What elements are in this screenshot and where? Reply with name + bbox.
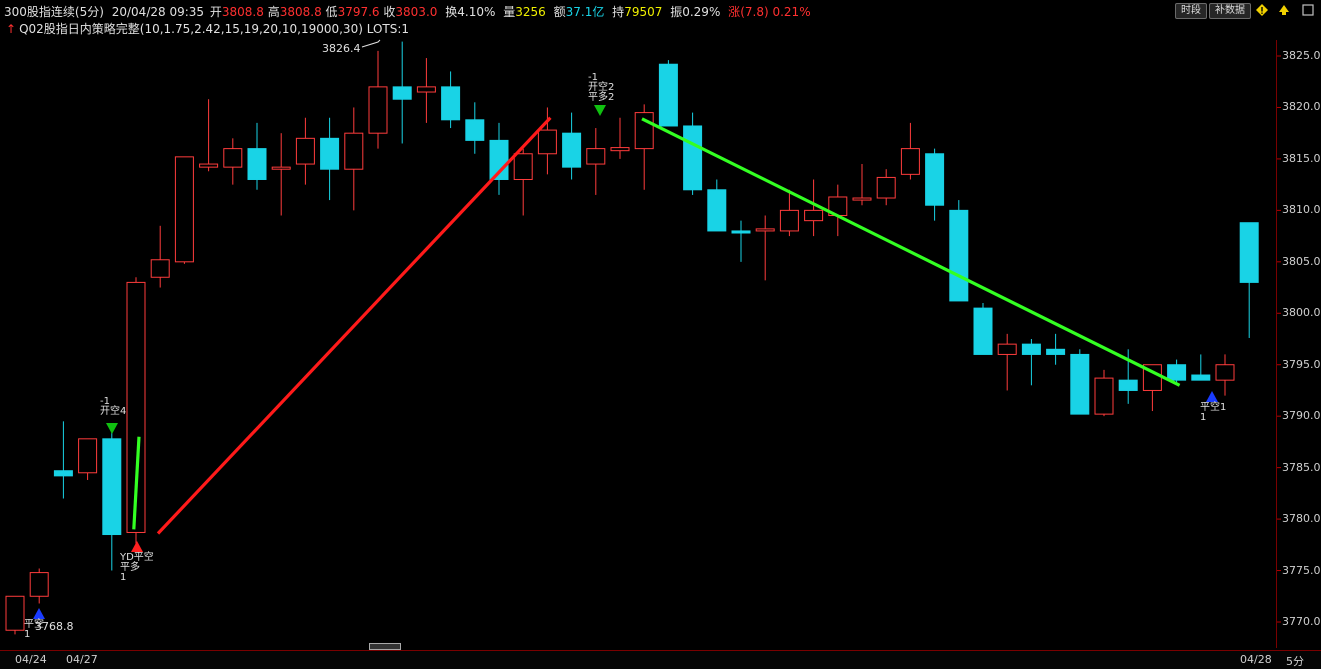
candle-body[interactable] [876,176,896,199]
candle-body[interactable] [344,132,364,170]
y-tick-label: 3780.0 [1282,512,1321,526]
candle-body[interactable] [199,163,219,168]
candle-body[interactable] [973,307,993,355]
candlestick-chart[interactable] [0,0,1321,668]
signal-label: -1 开空2 平多2 [588,72,615,103]
y-tick-label: 3785.0 [1282,460,1321,474]
candle-body[interactable] [683,125,703,191]
candle-body[interactable] [320,137,340,170]
candle-body[interactable] [925,153,945,206]
signal-label: 平空1 1 [1200,402,1227,423]
candle-body[interactable] [102,438,122,536]
x-axis-bar [0,650,1321,669]
candle-body[interactable] [707,189,727,232]
y-tick-label: 3815.0 [1282,151,1321,165]
candle-body[interactable] [949,209,969,302]
candle-body[interactable] [368,86,388,134]
x-label-0424: 04/24 [15,653,47,666]
high-annotation: 3826.4 [322,42,361,55]
candle-body[interactable] [634,112,654,150]
y-tick-label: 3810.0 [1282,203,1321,217]
x-label-0428: 04/28 [1240,653,1272,666]
candle-body[interactable] [1215,364,1235,381]
signal-label: YD平空 平多 1 [120,552,154,583]
candle-body[interactable] [562,132,582,168]
sell-arrow-icon [594,105,606,116]
candle-body[interactable] [1167,364,1187,381]
candle-body[interactable] [731,230,751,234]
candle-body[interactable] [29,572,49,597]
signal-label: 平空 1 [24,619,44,640]
candle-body[interactable] [804,209,824,222]
signal-label: -1 开空4 [100,396,127,417]
candle-body[interactable] [1046,348,1066,355]
y-tick-label: 3790.0 [1282,409,1321,423]
candle-body[interactable] [658,63,678,127]
chart-window[interactable]: 300股指连续(5分) 20/04/28 09:35 开3808.8 高3808… [0,0,1321,669]
high-leader-line [361,39,381,48]
candle-body[interactable] [1021,343,1041,355]
buy-arrow-icon [1206,391,1218,402]
candle-body[interactable] [53,470,73,477]
candle-body[interactable] [1094,377,1114,415]
candle-body[interactable] [1070,353,1090,415]
scroll-handle[interactable] [369,643,401,650]
y-tick-label: 3775.0 [1282,563,1321,577]
y-tick-label: 3800.0 [1282,306,1321,320]
y-tick-label: 3825.0 [1282,49,1321,62]
y-axis-line [1276,40,1277,648]
candle-body[interactable] [392,86,412,100]
sell-arrow-icon [106,423,118,434]
candle-body[interactable] [465,119,485,141]
candle-body[interactable] [537,129,557,155]
candle-body[interactable] [1118,379,1138,391]
x-label-0427: 04/27 [66,653,98,666]
candle-body[interactable] [416,86,436,93]
period-label: 5分 [1286,655,1304,668]
buy-arrow-icon [33,608,45,619]
candle-body[interactable] [78,438,98,474]
candle-body[interactable] [755,228,775,232]
candle-body[interactable] [997,343,1017,355]
candle-body[interactable] [1239,222,1259,283]
candle-body[interactable] [247,148,267,180]
candle-body[interactable] [223,148,243,168]
y-tick-label: 3820.0 [1282,100,1321,114]
candle-body[interactable] [1191,374,1211,381]
candle-body[interactable] [852,197,872,201]
y-tick-label: 3805.0 [1282,254,1321,268]
candle-body[interactable] [295,137,315,165]
candle-body[interactable] [5,595,25,631]
candle-body[interactable] [271,166,291,170]
candle-body[interactable] [610,147,630,152]
candle-body[interactable] [441,86,461,121]
candle-body[interactable] [174,156,194,263]
candle-body[interactable] [513,153,533,180]
candle-body[interactable] [900,148,920,175]
candle-body[interactable] [150,259,170,278]
cover-arrow-icon [131,541,143,552]
y-tick-label: 3795.0 [1282,357,1321,371]
candle-body[interactable] [779,209,799,232]
candle-body[interactable] [586,148,606,165]
y-tick-label: 3770.0 [1282,615,1321,628]
